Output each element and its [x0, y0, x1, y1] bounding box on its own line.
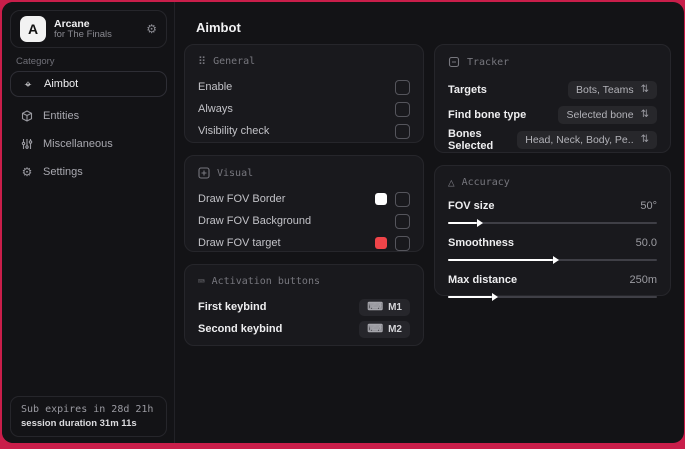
box-icon	[20, 110, 34, 122]
setting-label: First keybind	[198, 301, 267, 313]
setting-label: Smoothness	[448, 237, 515, 249]
brand-logo: A	[20, 16, 46, 42]
setting-label: Draw FOV Background	[198, 215, 312, 227]
gear-icon: ⚙	[21, 165, 33, 179]
keybind-value: M1	[388, 301, 402, 313]
sidebar-item-label: Entities	[43, 110, 80, 122]
card-visual: Visual Draw FOV Border Draw FOV Backgrou…	[184, 155, 424, 252]
visibility-check-checkbox[interactable]	[395, 123, 410, 139]
keyboard-icon: ⌨	[367, 322, 384, 335]
fov-background-checkbox[interactable]	[395, 213, 410, 229]
dropdown-value: Head, Neck, Body, Pe..	[525, 133, 634, 146]
card-title-text: Accuracy	[461, 177, 510, 188]
fov-target-color-swatch[interactable]	[375, 237, 387, 249]
setting-row-first-keybind: First keybind ⌨ M1	[198, 296, 410, 318]
setting-label: FOV size	[448, 200, 495, 212]
setting-label: Always	[198, 103, 233, 115]
chevrons-up-down-icon: ⇅	[640, 133, 649, 145]
page-title: Aimbot	[196, 20, 241, 35]
sidebar-item-aimbot[interactable]: ⌖ Aimbot	[10, 71, 167, 97]
card-tracker: Tracker Targets Bots, Teams ⇅ Find bone …	[434, 44, 671, 153]
setting-label: Enable	[198, 81, 233, 93]
fov-border-checkbox[interactable]	[395, 191, 410, 207]
brand-subtitle: for The Finals	[54, 28, 112, 40]
enable-checkbox[interactable]	[395, 79, 410, 95]
sidebar: A Arcane for The Finals ⚙ Category ⌖ Aim…	[2, 2, 175, 443]
category-label: Category	[16, 56, 55, 67]
setting-row-second-keybind: Second keybind ⌨ M2	[198, 318, 410, 340]
sidebar-item-label: Settings	[43, 166, 83, 178]
setting-label: Draw FOV Border	[198, 193, 286, 205]
setting-row-fov-background: Draw FOV Background	[198, 210, 410, 232]
subscription-info-box: Sub expires in 28d 21h session duration …	[10, 396, 167, 437]
setting-row-fov-border: Draw FOV Border	[198, 188, 410, 210]
sidebar-item-entities[interactable]: Entities	[10, 103, 167, 129]
sidebar-item-settings[interactable]: ⚙ Settings	[10, 159, 167, 185]
keyboard-icon: ⌨	[367, 300, 384, 313]
scan-icon	[448, 56, 460, 68]
grid-icon: ⠿	[198, 55, 207, 68]
card-title-text: Activation buttons	[211, 276, 320, 287]
first-keybind-button[interactable]: ⌨ M1	[359, 298, 410, 316]
setting-label: Max distance	[448, 274, 518, 286]
setting-row-fov-size: FOV size 50°	[448, 197, 657, 227]
setting-label: Targets	[448, 83, 487, 96]
setting-row-fov-target: Draw FOV target	[198, 232, 410, 254]
setting-label: Draw FOV target	[198, 237, 281, 249]
smoothness-slider[interactable]	[448, 256, 657, 264]
slider-value: 50°	[640, 200, 657, 212]
slider-thumb[interactable]	[491, 293, 498, 301]
dropdown-value: Selected bone	[566, 108, 634, 121]
sidebar-item-miscellaneous[interactable]: Miscellaneous	[10, 131, 167, 157]
setting-row-always: Always	[198, 98, 410, 120]
card-title-text: Visual	[217, 167, 254, 179]
brand-box: A Arcane for The Finals ⚙	[10, 10, 167, 48]
card-accuracy: △ Accuracy FOV size 50° Smoothness 50.0	[434, 165, 671, 301]
setting-row-find-bone-type: Find bone type Selected bone ⇅	[448, 102, 657, 127]
app-window: A Arcane for The Finals ⚙ Category ⌖ Aim…	[2, 2, 684, 443]
sidebar-item-label: Miscellaneous	[43, 138, 113, 150]
brand-name: Arcane	[54, 17, 90, 30]
card-activation-buttons: ⌨ Activation buttons First keybind ⌨ M1 …	[184, 264, 424, 346]
second-keybind-button[interactable]: ⌨ M2	[359, 320, 410, 338]
slider-thumb[interactable]	[552, 256, 559, 264]
dropdown-value: Bots, Teams	[576, 83, 634, 96]
setting-row-max-distance: Max distance 250m	[448, 271, 657, 301]
max-distance-slider[interactable]	[448, 293, 657, 301]
setting-row-visibility-check: Visibility check	[198, 120, 410, 142]
bones-selected-dropdown[interactable]: Head, Neck, Body, Pe.. ⇅	[517, 130, 657, 149]
slider-value: 50.0	[635, 237, 657, 249]
setting-row-enable: Enable	[198, 76, 410, 98]
eye-icon	[198, 167, 210, 179]
keyboard-icon: ⌨	[198, 275, 205, 288]
slider-thumb[interactable]	[477, 219, 484, 227]
setting-row-smoothness: Smoothness 50.0	[448, 234, 657, 264]
chevrons-up-down-icon: ⇅	[640, 108, 649, 120]
setting-row-bones-selected: Bones Selected Head, Neck, Body, Pe.. ⇅	[448, 127, 657, 152]
setting-label: Visibility check	[198, 125, 270, 137]
setting-label: Second keybind	[198, 323, 283, 335]
targets-dropdown[interactable]: Bots, Teams ⇅	[568, 80, 657, 99]
fov-target-checkbox[interactable]	[395, 235, 410, 251]
card-title-text: General	[213, 56, 256, 67]
find-bone-type-dropdown[interactable]: Selected bone ⇅	[558, 105, 657, 124]
always-checkbox[interactable]	[395, 101, 410, 117]
sidebar-item-label: Aimbot	[44, 78, 79, 90]
setting-label: Find bone type	[448, 108, 527, 121]
gear-icon[interactable]: ⚙	[146, 22, 157, 36]
crosshair-icon: ⌖	[24, 76, 32, 91]
setting-row-targets: Targets Bots, Teams ⇅	[448, 77, 657, 102]
triangle-icon: △	[448, 176, 455, 189]
keybind-value: M2	[388, 323, 402, 335]
slider-value: 250m	[629, 274, 657, 286]
sub-expiry-text: Sub expires in 28d 21h	[21, 404, 154, 415]
setting-label: Bones Selected	[448, 127, 494, 152]
session-duration-text: session duration 31m 11s	[21, 418, 137, 429]
card-general: ⠿ General Enable Always Visibility check	[184, 44, 424, 143]
fov-border-color-swatch[interactable]	[375, 193, 387, 205]
chevrons-up-down-icon: ⇅	[640, 83, 649, 95]
card-title-text: Tracker	[467, 56, 510, 68]
sliders-icon	[20, 138, 34, 150]
fov-size-slider[interactable]	[448, 219, 657, 227]
